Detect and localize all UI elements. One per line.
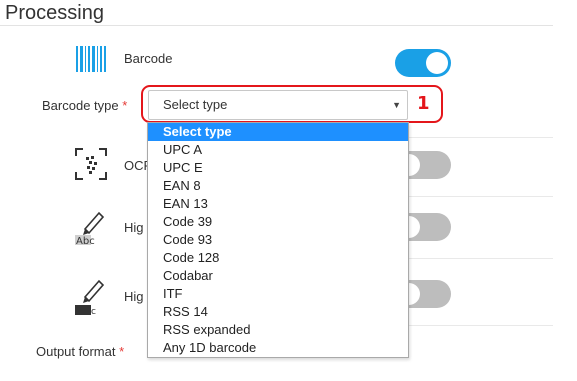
dropdown-option[interactable]: RSS expanded xyxy=(148,321,408,339)
dropdown-option[interactable]: Code 39 xyxy=(148,213,408,231)
svg-text:Abc: Abc xyxy=(76,236,95,245)
dropdown-option[interactable]: Code 128 xyxy=(148,249,408,267)
barcode-type-label-text: Barcode type xyxy=(42,98,119,113)
dropdown-option[interactable]: ITF xyxy=(148,285,408,303)
highlight-label: Hig xyxy=(124,289,144,304)
dropdown-option[interactable]: UPC A xyxy=(148,141,408,159)
section-title: Processing xyxy=(5,2,104,24)
dropdown-option[interactable]: Code 93 xyxy=(148,231,408,249)
dropdown-option[interactable]: Select type xyxy=(148,123,408,141)
dropdown-option[interactable]: EAN 8 xyxy=(148,177,408,195)
dropdown-option[interactable]: UPC E xyxy=(148,159,408,177)
highlight-marker-icon: c xyxy=(75,279,105,315)
highlight-text-icon: Abc xyxy=(75,211,105,245)
barcode-icon xyxy=(75,46,107,72)
barcode-label: Barcode xyxy=(124,51,173,66)
required-mark: * xyxy=(122,98,128,113)
dropdown-option[interactable]: RSS 14 xyxy=(148,303,408,321)
svg-text:c: c xyxy=(91,307,96,315)
required-mark: * xyxy=(119,344,125,359)
toggle-knob xyxy=(426,52,448,74)
barcode-type-dropdown: Select type UPC A UPC E EAN 8 EAN 13 Cod… xyxy=(147,122,409,358)
annotation-number: 1 xyxy=(417,93,430,114)
barcode-type-label: Barcode type * xyxy=(42,98,127,113)
output-format-label-text: Output format xyxy=(36,344,116,359)
dropdown-option[interactable]: Any 1D barcode xyxy=(148,339,408,357)
highlight-text-label: Hig xyxy=(124,220,144,235)
barcode-toggle[interactable] xyxy=(395,49,451,77)
ocr-scan-icon xyxy=(75,148,107,180)
output-format-label: Output format * xyxy=(36,344,124,359)
dropdown-option[interactable]: EAN 13 xyxy=(148,195,408,213)
dropdown-option[interactable]: Codabar xyxy=(148,267,408,285)
section-divider xyxy=(0,25,553,26)
annotation-highlight-box xyxy=(141,85,443,123)
